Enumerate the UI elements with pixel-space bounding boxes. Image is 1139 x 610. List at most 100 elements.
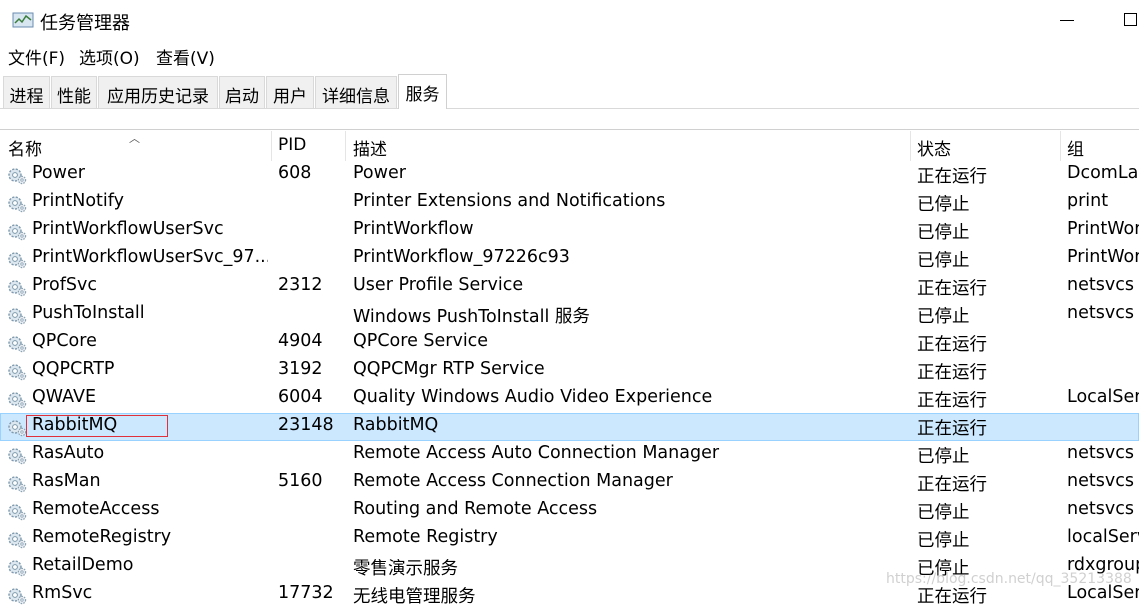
column-header-pid[interactable]: PID	[278, 131, 344, 161]
column-header-status[interactable]: 状态	[917, 131, 1057, 161]
service-gear-icon	[6, 390, 28, 410]
service-name: RmSvc	[32, 583, 93, 603]
service-pid: 23148	[278, 415, 334, 435]
service-pid: 3192	[278, 359, 323, 379]
service-status: 正在运行	[917, 475, 987, 495]
service-description: RabbitMQ	[353, 415, 439, 435]
column-header-name[interactable]: 名称	[8, 131, 270, 161]
table-row[interactable]: PrintWorkflowUserSvc PrintWorkflow 已停止 Prin…	[0, 217, 1139, 245]
service-description: 无线电管理服务	[353, 587, 476, 607]
service-group: print	[1067, 191, 1109, 211]
table-row[interactable]: ProfSvc 2312 User Profile Service 正在运行 netsv…	[0, 273, 1139, 301]
service-group: netsvcs	[1067, 275, 1134, 295]
service-description: Printer Extensions and Notifications	[353, 191, 666, 211]
service-gear-icon	[6, 586, 28, 606]
service-group: netsvcs	[1067, 303, 1134, 323]
service-group: netsvcs	[1067, 471, 1134, 491]
tab-bar: 进程 性能 应用历史记录 启动 用户 详细信息 服务	[0, 74, 1139, 109]
menu-file[interactable]: 文件(F)	[8, 44, 65, 69]
service-name: QPCore	[32, 331, 97, 351]
column-separator[interactable]	[910, 131, 911, 161]
table-row[interactable]: RasAuto Remote Access Auto Connection Man…	[0, 441, 1139, 469]
service-description: PrintWorkflow	[353, 219, 474, 239]
table-row[interactable]: PrintNotify Printer Extensions and Notifi…	[0, 189, 1139, 217]
service-group: PrintWor	[1067, 247, 1139, 267]
table-row[interactable]: PrintWorkflowUserSvc_97... PrintWorkflow_…	[0, 245, 1139, 273]
service-description: Routing and Remote Access	[353, 499, 598, 519]
tab-details[interactable]: 详细信息	[315, 76, 397, 108]
service-description: Remote Access Connection Manager	[353, 471, 673, 491]
service-gear-icon	[6, 278, 28, 298]
service-gear-icon	[6, 362, 28, 382]
table-row[interactable]: RasMan 5160 Remote Access Connection Manag…	[0, 469, 1139, 497]
service-name: RemoteRegistry	[32, 527, 172, 547]
title-bar: 任务管理器	[0, 0, 1139, 40]
watermark: https://blog.csdn.net/qq_35213388	[886, 571, 1132, 587]
table-row[interactable]: PushToInstall Windows PushToInstall 服务 已停止…	[0, 301, 1139, 329]
service-name: RasAuto	[32, 443, 105, 463]
tab-app-history[interactable]: 应用历史记录	[98, 76, 218, 108]
service-gear-icon	[6, 558, 28, 578]
service-description: User Profile Service	[353, 275, 524, 295]
table-row[interactable]: RemoteAccess Routing and Remote Access 已停止…	[0, 497, 1139, 525]
table-row[interactable]: QQPCRTP 3192 QQPCMgr RTP Service 正在运行	[0, 357, 1139, 385]
service-name: Power	[32, 163, 85, 183]
table-row[interactable]: QWAVE 6004 Quality Windows Audio Video Exp…	[0, 385, 1139, 413]
column-header-group[interactable]: 组	[1067, 131, 1139, 161]
tab-services[interactable]: 服务	[398, 74, 447, 109]
tab-users[interactable]: 用户	[266, 76, 314, 108]
maximize-button[interactable]	[1114, 11, 1138, 29]
service-pid: 6004	[278, 387, 323, 407]
service-gear-icon	[6, 194, 28, 214]
service-description: PrintWorkflow_97226c93	[353, 247, 570, 267]
menu-view[interactable]: 查看(V)	[156, 44, 215, 69]
service-name: QWAVE	[32, 387, 97, 407]
service-status: 已停止	[917, 195, 970, 215]
service-name: PrintWorkflowUserSvc_97...	[32, 247, 268, 267]
tab-processes[interactable]: 进程	[3, 76, 50, 108]
service-description: Windows PushToInstall 服务	[353, 307, 590, 327]
service-pid: 608	[278, 163, 312, 183]
task-manager-icon	[12, 12, 34, 28]
service-name: PushToInstall	[32, 303, 145, 323]
service-gear-icon	[6, 222, 28, 242]
table-row-selected[interactable]: RabbitMQ 23148 RabbitMQ 正在运行	[0, 413, 1139, 441]
service-status: 正在运行	[917, 335, 987, 355]
service-status: 已停止	[917, 531, 970, 551]
service-status: 正在运行	[917, 419, 987, 439]
service-description: 零售演示服务	[353, 559, 458, 579]
service-status: 已停止	[917, 447, 970, 467]
table-row[interactable]: QPCore 4904 QPCore Service 正在运行	[0, 329, 1139, 357]
tab-startup[interactable]: 启动	[219, 76, 265, 108]
service-name: PrintNotify	[32, 191, 124, 211]
column-separator[interactable]	[1060, 131, 1061, 161]
column-separator[interactable]	[345, 131, 346, 161]
service-gear-icon	[6, 166, 28, 186]
menu-options[interactable]: 选项(O)	[79, 44, 140, 69]
column-header-description[interactable]: 描述	[353, 131, 908, 161]
service-name: QQPCRTP	[32, 359, 115, 379]
minimize-button[interactable]	[1056, 11, 1080, 29]
tab-performance[interactable]: 性能	[51, 76, 97, 108]
service-name: RabbitMQ	[32, 415, 118, 435]
table-row[interactable]: Power 608 Power 正在运行 DcomLau	[0, 161, 1139, 189]
service-name: RetailDemo	[32, 555, 134, 575]
service-description: Quality Windows Audio Video Experience	[353, 387, 713, 407]
table-row[interactable]: RemoteRegistry Remote Registry 已停止 localSer…	[0, 525, 1139, 553]
service-status: 正在运行	[917, 363, 987, 383]
service-status: 已停止	[917, 503, 970, 523]
service-group: localServ	[1067, 527, 1139, 547]
service-gear-icon	[6, 418, 28, 438]
service-pid: 4904	[278, 331, 323, 351]
service-gear-icon	[6, 334, 28, 354]
service-gear-icon	[6, 502, 28, 522]
service-status: 正在运行	[917, 391, 987, 411]
service-group: LocalSer	[1067, 387, 1139, 407]
column-separator[interactable]	[271, 131, 272, 161]
service-group: netsvcs	[1067, 499, 1134, 519]
service-description: Remote Registry	[353, 527, 498, 547]
service-gear-icon	[6, 446, 28, 466]
service-name: PrintWorkflowUserSvc	[32, 219, 224, 239]
service-gear-icon	[6, 250, 28, 270]
service-gear-icon	[6, 306, 28, 326]
